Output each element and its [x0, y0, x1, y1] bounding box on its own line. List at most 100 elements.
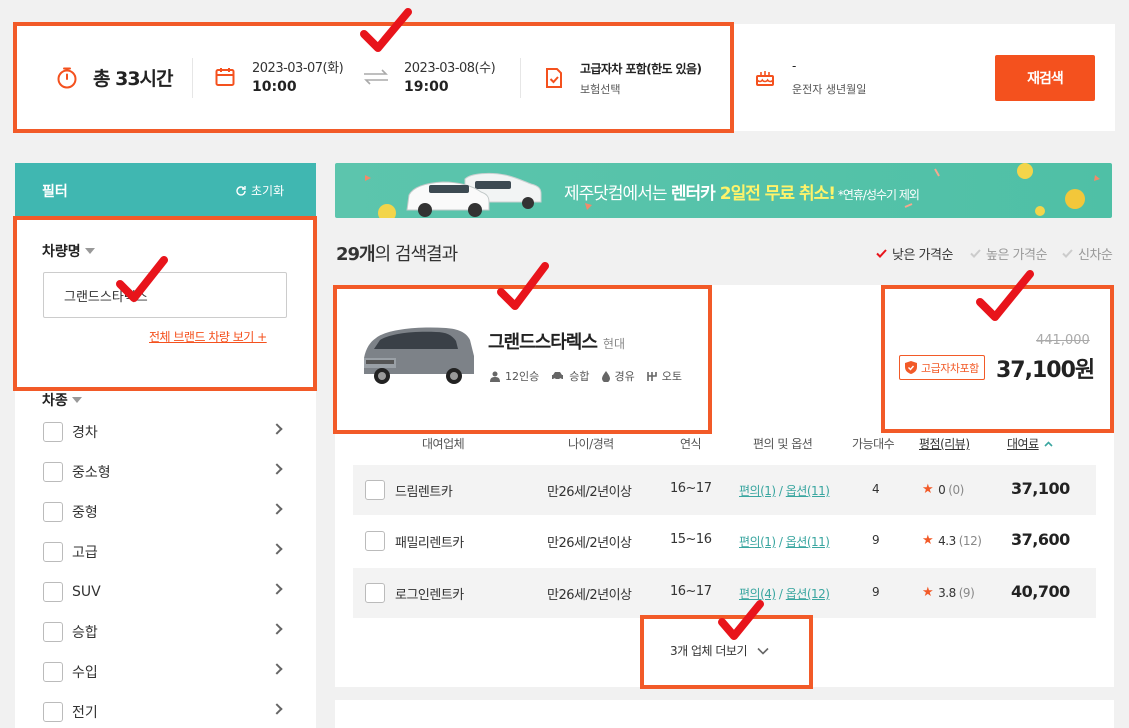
birth-label: 운전자 생년월일: [792, 83, 867, 96]
car-type-item[interactable]: 중형: [43, 501, 293, 523]
chevron-up-icon: [1044, 440, 1053, 447]
age-requirement: 만26세/2년이상: [547, 588, 632, 603]
options-link[interactable]: 옵션(11): [786, 535, 830, 549]
row-checkbox[interactable]: [365, 480, 385, 500]
checkbox[interactable]: [43, 662, 63, 682]
promo-highlight: 2일전 무료 취소!: [719, 184, 836, 204]
convenience-link[interactable]: 편의(1): [739, 484, 776, 498]
sort-label: 낮은 가격순: [892, 248, 953, 263]
car-type-item[interactable]: 중소형: [43, 461, 293, 483]
filter-title: 필터: [42, 184, 68, 200]
filter-reset-label: 초기화: [251, 184, 285, 198]
promo-note: *연휴/성수기 제외: [835, 188, 920, 202]
birth-value[interactable]: -: [792, 59, 796, 73]
car-type-item[interactable]: SUV: [43, 581, 293, 603]
review-count: (9): [958, 585, 975, 600]
options-link[interactable]: 옵션(11): [786, 484, 830, 498]
red-checkmark-icon: [116, 256, 168, 302]
column-header-price: 대여료: [1007, 437, 1039, 451]
birthday-cake-icon: [754, 66, 776, 88]
table-row[interactable]: 패밀리렌트카 만26세/2년이상 15~16 편의(1) / 옵션(11) 9 …: [353, 516, 1096, 566]
checkmark-icon: [1062, 249, 1073, 258]
red-checkmark-icon: [718, 600, 764, 640]
promo-bold: 렌터카: [670, 184, 720, 204]
chevron-right-icon: [271, 503, 283, 515]
car-type-label: 차종: [42, 393, 68, 409]
star-icon: ★: [922, 482, 934, 497]
car-type-name: 중형: [72, 505, 98, 521]
rating: ★ 0 (0): [922, 482, 964, 497]
age-requirement: 만26세/2년이상: [547, 485, 632, 500]
checkbox[interactable]: [43, 462, 63, 482]
options-links: 편의(1) / 옵션(11): [739, 484, 830, 498]
chevron-right-icon: [271, 663, 283, 675]
car-type-item[interactable]: 승합: [43, 621, 293, 643]
sort-option[interactable]: 낮은 가격순: [876, 244, 953, 263]
model-year: 16~17: [670, 584, 712, 599]
car-type-item[interactable]: 수입: [43, 661, 293, 683]
research-button[interactable]: 재검색: [995, 55, 1095, 101]
chevron-right-icon: [271, 583, 283, 595]
promo-banner[interactable]: 제주닷컴에서는 렌터카 2일전 무료 취소! *연휴/성수기 제외: [335, 163, 1112, 218]
car-type-item[interactable]: 경차: [43, 421, 293, 443]
chevron-right-icon: [271, 543, 283, 555]
promo-text: 제주닷컴에서는 렌터카 2일전 무료 취소! *연휴/성수기 제외: [564, 179, 920, 204]
filter-reset-button[interactable]: 초기화: [235, 182, 284, 199]
car-type-filter-toggle[interactable]: 차종: [42, 390, 82, 410]
checkbox[interactable]: [43, 502, 63, 522]
rental-price: 37,600: [1011, 530, 1070, 549]
rating-value: 4.3: [938, 533, 956, 548]
red-checkmark-icon: [360, 8, 412, 52]
options-link[interactable]: 옵션(12): [786, 587, 830, 601]
review-count: (0): [948, 482, 964, 497]
review-count: (12): [958, 533, 982, 548]
chevron-right-icon: [271, 463, 283, 475]
chevron-right-icon: [271, 623, 283, 635]
rating: ★ 3.8 (9): [922, 585, 975, 600]
sort-by-price-header[interactable]: 대여료: [1007, 435, 1053, 452]
checkmark-icon: [876, 249, 887, 258]
available-count: 9: [872, 533, 880, 547]
column-header-options: 편의 및 옵션: [753, 437, 813, 451]
rating-value: 3.8: [938, 585, 956, 600]
car-type-name: SUV: [72, 584, 101, 600]
row-checkbox[interactable]: [365, 531, 385, 551]
checkbox[interactable]: [43, 702, 63, 722]
promo-prefix: 제주닷컴에서는: [564, 184, 671, 204]
rental-price: 37,100: [1011, 479, 1070, 498]
checkbox[interactable]: [43, 422, 63, 442]
star-icon: ★: [922, 585, 934, 600]
row-checkbox[interactable]: [365, 583, 385, 603]
sort-option[interactable]: 신차순: [1062, 244, 1113, 263]
column-header-rating[interactable]: 평점(리뷰): [919, 435, 970, 452]
checkbox[interactable]: [43, 542, 63, 562]
car-type-item[interactable]: 고급: [43, 541, 293, 563]
rating-value: 0: [938, 482, 946, 497]
car-type-item[interactable]: 전기: [43, 701, 293, 723]
column-header-year: 연식: [680, 437, 702, 451]
white-cars-image: [406, 172, 542, 217]
rental-price: 40,700: [1011, 582, 1070, 601]
results-count: 29개의 검색결과: [336, 240, 458, 266]
chevron-right-icon: [271, 703, 283, 715]
column-header-available: 가능대수: [852, 437, 895, 451]
age-requirement: 만26세/2년이상: [547, 536, 632, 551]
car-type-name: 승합: [72, 625, 98, 641]
options-links: 편의(1) / 옵션(11): [739, 535, 830, 549]
convenience-link[interactable]: 편의(4): [739, 587, 776, 601]
checkbox[interactable]: [43, 622, 63, 642]
table-row[interactable]: 드림렌트카 만26세/2년이상 16~17 편의(1) / 옵션(11) 4 ★…: [353, 465, 1096, 515]
chevron-right-icon: [271, 423, 283, 435]
red-checkmark-icon: [976, 270, 1034, 321]
column-header-age: 나이/경력: [568, 437, 614, 451]
results-count-number: 29개: [336, 244, 376, 265]
company-name: 패밀리렌트카: [395, 536, 464, 551]
sort-option[interactable]: 높은 가격순: [970, 244, 1047, 263]
model-year: 15~16: [670, 532, 712, 547]
star-icon: ★: [922, 533, 934, 548]
checkmark-icon: [970, 249, 981, 258]
checkbox[interactable]: [43, 582, 63, 602]
car-type-name: 중소형: [72, 465, 111, 481]
convenience-link[interactable]: 편의(1): [739, 535, 776, 549]
company-name: 드림렌트카: [395, 485, 453, 500]
